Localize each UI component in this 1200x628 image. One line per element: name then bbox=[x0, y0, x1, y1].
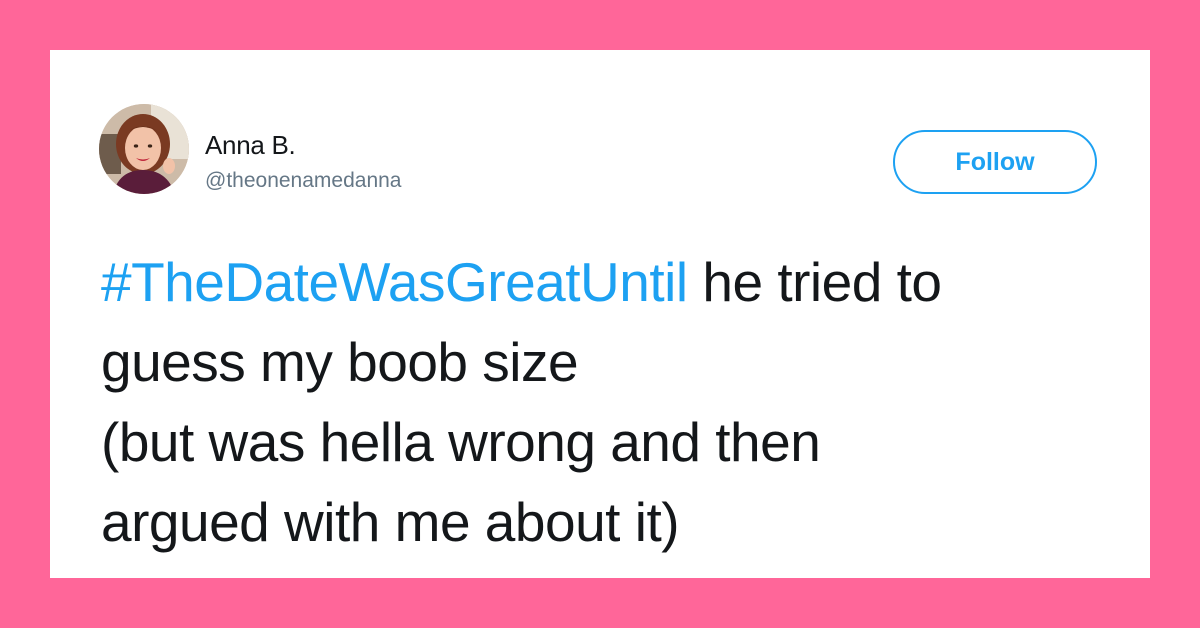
display-name[interactable]: Anna B. bbox=[205, 130, 296, 160]
avatar[interactable] bbox=[99, 104, 189, 194]
tweet-line-4: argued with me about it) bbox=[101, 491, 680, 553]
follow-button[interactable]: Follow bbox=[893, 130, 1097, 194]
hashtag-link[interactable]: #TheDateWasGreatUntil bbox=[101, 251, 688, 313]
tweet-line-1: #TheDateWasGreatUntil he tried to bbox=[101, 242, 1101, 322]
tweet-line-1-text: he tried to bbox=[687, 251, 942, 313]
tweet-line-2: guess my boob size bbox=[101, 331, 579, 393]
tweet-card: Anna B. @theonenamedanna Follow #TheDate… bbox=[50, 50, 1150, 578]
tweet-line-3: (but was hella wrong and then bbox=[101, 411, 821, 473]
user-handle[interactable]: @theonenamedanna bbox=[205, 168, 401, 193]
profile-photo-icon bbox=[99, 104, 189, 194]
tweet-text: #TheDateWasGreatUntil he tried to guess … bbox=[101, 242, 1101, 562]
